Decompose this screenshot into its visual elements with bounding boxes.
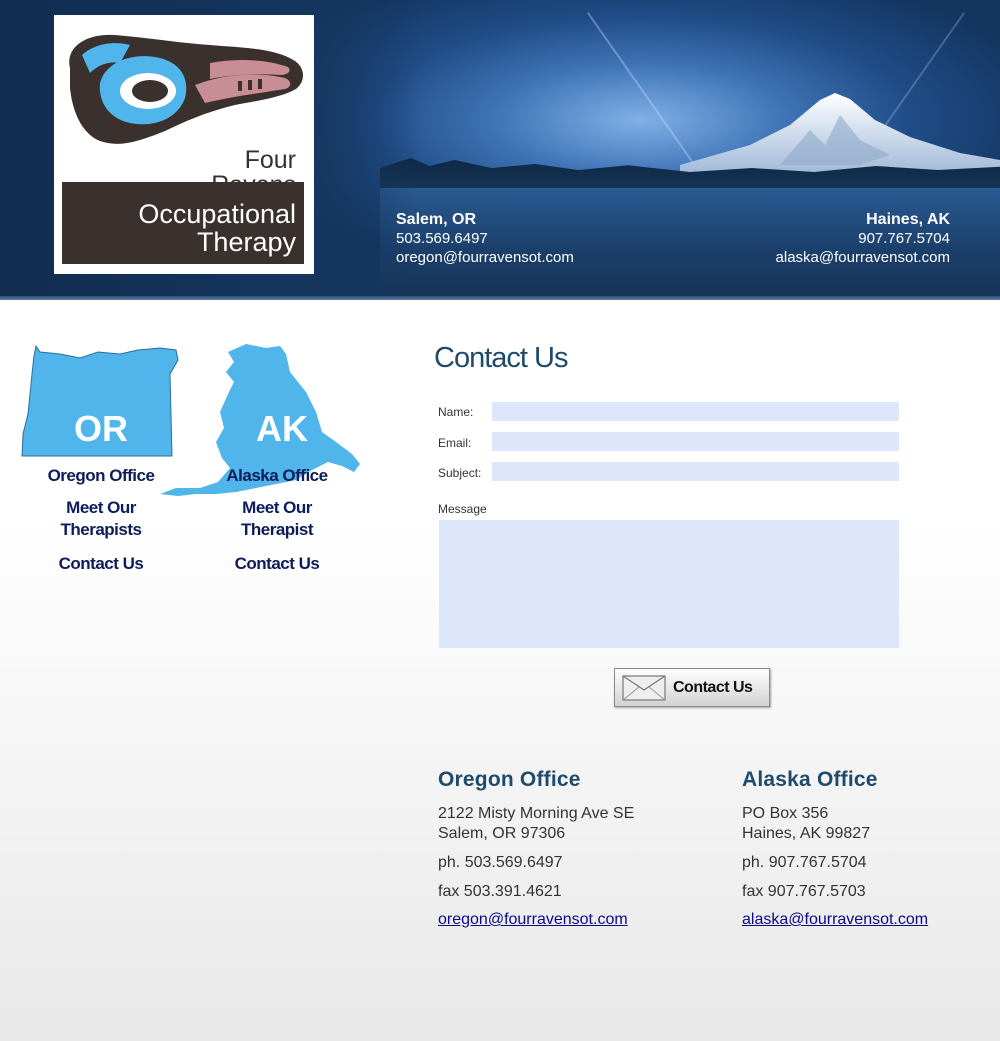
mountain-image xyxy=(680,93,1000,175)
alaska-office-link[interactable]: Alaska Office xyxy=(192,465,362,487)
oregon-fax: fax 503.391.4621 xyxy=(438,883,562,900)
oregon-office-title: Oregon Office xyxy=(438,768,581,791)
header-alaska-contact: Haines, AK 907.767.5704 alaska@fourraven… xyxy=(776,210,950,267)
message-field[interactable] xyxy=(439,520,899,648)
contact-submit-button[interactable]: Contact Us xyxy=(614,668,770,707)
header-oregon-email: oregon@fourravensot.com xyxy=(396,249,574,266)
alaska-therapist-line2: Therapist xyxy=(240,520,314,539)
header-alaska-email: alaska@fourravensot.com xyxy=(775,249,950,266)
logo-line-four: Four xyxy=(244,146,296,174)
site-header: Four Ravens Occupational Therapy Salem, … xyxy=(0,0,1000,300)
header-alaska-phone: 907.767.5704 xyxy=(858,230,950,247)
name-field[interactable] xyxy=(492,402,899,421)
contact-submit-label: Contact Us xyxy=(673,679,753,696)
header-oregon-phone: 503.569.6497 xyxy=(396,230,488,247)
alaska-address-line1: PO Box 356 xyxy=(742,805,829,822)
email-field[interactable] xyxy=(492,432,899,451)
alaska-therapist-line1: Meet Our xyxy=(242,498,312,517)
logo-line-occupational: Occupational xyxy=(138,199,296,229)
alaska-state-label: AK xyxy=(256,408,308,449)
alaska-fax: fax 907.767.5703 xyxy=(742,883,866,900)
alaska-email-link[interactable]: alaska@fourravensot.com xyxy=(742,911,928,929)
header-divider xyxy=(0,296,1000,300)
logo-line-ravens: Ravens xyxy=(211,171,296,199)
site-logo[interactable]: Four Ravens Occupational Therapy xyxy=(54,15,314,274)
oregon-address-line2: Salem, OR 97306 xyxy=(438,825,566,842)
oregon-contact-link[interactable]: Contact Us xyxy=(16,553,186,575)
oregon-therapists-line2: Therapists xyxy=(60,520,142,539)
raven-logo-icon xyxy=(69,34,304,144)
oregon-office-link[interactable]: Oregon Office xyxy=(16,465,186,487)
oregon-state-label: OR xyxy=(74,408,128,449)
name-label: Name: xyxy=(438,405,474,419)
oregon-address-line1: 2122 Misty Morning Ave SE xyxy=(438,805,635,822)
alaska-office-info: Alaska Office PO Box 356 Haines, AK 9982… xyxy=(742,768,982,929)
page-title: Contact Us xyxy=(434,342,568,374)
alaska-office-title: Alaska Office xyxy=(742,768,878,791)
email-label: Email: xyxy=(438,436,472,450)
header-oregon-city: Salem, OR xyxy=(396,211,477,228)
oregon-email-link[interactable]: oregon@fourravensot.com xyxy=(438,911,628,929)
alaska-address-line2: Haines, AK 99827 xyxy=(742,825,871,842)
alaska-therapist-link[interactable]: Meet Our Therapist xyxy=(192,497,362,541)
alaska-contact-link[interactable]: Contact Us xyxy=(192,553,362,575)
logo-line-therapy: Therapy xyxy=(196,227,296,257)
oregon-therapists-line1: Meet Our xyxy=(66,498,136,517)
oregon-phone: ph. 503.569.6497 xyxy=(438,854,563,871)
oregon-nav: Oregon Office Meet Our Therapists Contac… xyxy=(16,465,186,575)
alaska-phone: ph. 907.767.5704 xyxy=(742,854,867,871)
header-oregon-contact: Salem, OR 503.569.6497 oregon@fourravens… xyxy=(396,210,574,267)
oregon-office-info: Oregon Office 2122 Misty Morning Ave SE … xyxy=(438,768,678,929)
alaska-nav: Alaska Office Meet Our Therapist Contact… xyxy=(192,465,362,575)
subject-label: Subject: xyxy=(438,466,482,480)
subject-field[interactable] xyxy=(492,462,899,481)
header-alaska-city: Haines, AK xyxy=(866,211,950,228)
envelope-icon xyxy=(622,675,666,701)
message-label: Message xyxy=(438,502,487,516)
oregon-therapists-link[interactable]: Meet Our Therapists xyxy=(16,497,186,541)
